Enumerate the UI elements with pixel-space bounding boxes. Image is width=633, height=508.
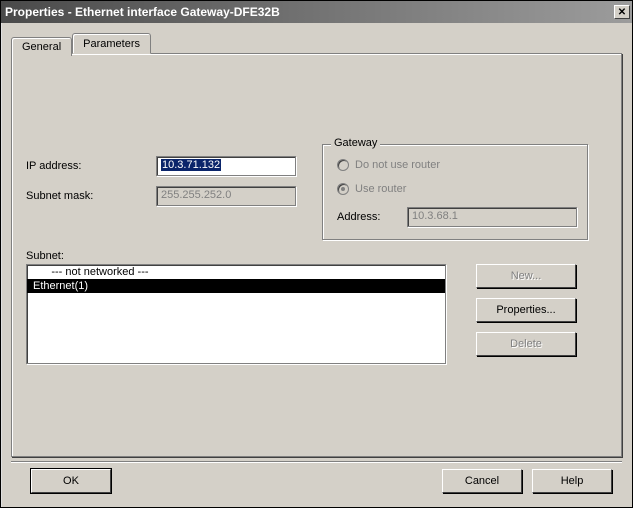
new-button[interactable]: New... — [476, 264, 576, 288]
properties-dialog: Properties - Ethernet interface Gateway-… — [0, 0, 633, 508]
radio-use-router-label: Use router — [355, 183, 406, 195]
gateway-address-row: Address: 10.3.68.1 — [337, 207, 577, 227]
subnet-mask-label: Subnet mask: — [26, 190, 156, 202]
client-area: General Parameters IP address: 10.3.71.1… — [1, 23, 632, 507]
address-column: IP address: 10.3.71.132 Subnet mask: 255… — [26, 156, 316, 240]
ok-button[interactable]: OK — [31, 469, 111, 493]
upper-section: IP address: 10.3.71.132 Subnet mask: 255… — [26, 156, 607, 240]
radio-use-router-row[interactable]: Use router — [337, 183, 577, 195]
radio-use-router[interactable] — [337, 183, 349, 195]
gateway-address-input[interactable]: 10.3.68.1 — [407, 207, 577, 227]
close-icon[interactable]: ✕ — [614, 5, 630, 19]
radio-dot-icon — [341, 187, 345, 191]
subnet-mask-input[interactable]: 255.255.252.0 — [156, 186, 296, 206]
bottom-bar: OK Cancel Help — [11, 461, 622, 499]
tab-parameters[interactable]: Parameters — [72, 33, 151, 54]
tabstrip: General Parameters — [11, 31, 622, 53]
tab-general[interactable]: General — [11, 37, 72, 56]
titlebar[interactable]: Properties - Ethernet interface Gateway-… — [1, 1, 632, 23]
gateway-legend: Gateway — [331, 137, 380, 149]
gateway-address-label: Address: — [337, 211, 407, 223]
subnet-label: Subnet: — [26, 250, 607, 262]
window-title: Properties - Ethernet interface Gateway-… — [5, 5, 612, 19]
cancel-button[interactable]: Cancel — [442, 469, 522, 493]
radio-no-router-label: Do not use router — [355, 159, 440, 171]
radio-no-router-row[interactable]: Do not use router — [337, 159, 577, 171]
list-item[interactable]: --- not networked --- — [27, 265, 445, 279]
subnet-listbox[interactable]: --- not networked --- Ethernet(1) — [26, 264, 446, 364]
radio-no-router[interactable] — [337, 159, 349, 171]
ip-address-input[interactable]: 10.3.71.132 — [156, 156, 296, 176]
subnet-area: --- not networked --- Ethernet(1) New...… — [26, 264, 607, 366]
list-item[interactable]: Ethernet(1) — [27, 279, 445, 293]
delete-button[interactable]: Delete — [476, 332, 576, 356]
list-buttons: New... Properties... Delete — [476, 264, 576, 366]
tab-panel-parameters: IP address: 10.3.71.132 Subnet mask: 255… — [11, 53, 622, 457]
ip-address-label: IP address: — [26, 160, 156, 172]
help-button[interactable]: Help — [532, 469, 612, 493]
gateway-fieldset: Gateway Do not use router Use router Add… — [322, 144, 588, 240]
properties-button[interactable]: Properties... — [476, 298, 576, 322]
